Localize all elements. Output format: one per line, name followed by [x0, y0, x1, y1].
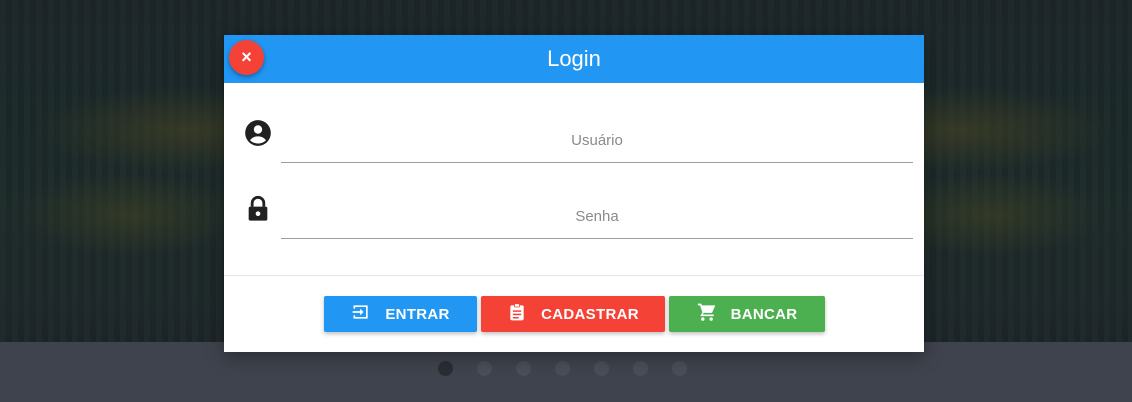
- account-circle-icon: [244, 119, 272, 147]
- modal-divider: [224, 275, 924, 276]
- username-row: [224, 103, 924, 163]
- carousel-dot[interactable]: [516, 360, 531, 376]
- carousel-indicators: [438, 360, 687, 376]
- password-input[interactable]: [281, 195, 913, 239]
- carousel-dot[interactable]: [594, 360, 609, 376]
- modal-header: × Login: [224, 35, 924, 83]
- carousel-dot[interactable]: [477, 360, 492, 376]
- close-button[interactable]: ×: [229, 40, 264, 75]
- login-modal: × Login Usuário ENTRAR CADASTRAR BANCAR: [224, 35, 924, 352]
- lock-icon: [244, 195, 272, 223]
- login-icon: [351, 302, 371, 326]
- modal-title: Login: [547, 46, 601, 71]
- bancar-label: BANCAR: [730, 305, 798, 323]
- bancar-button[interactable]: BANCAR: [669, 296, 825, 332]
- clipboard-icon: [507, 302, 527, 326]
- username-input[interactable]: [281, 119, 913, 163]
- carousel-dot[interactable]: [633, 360, 648, 376]
- modal-actions: ENTRAR CADASTRAR BANCAR: [324, 296, 825, 332]
- entrar-label: ENTRAR: [385, 305, 450, 323]
- carousel-dot[interactable]: [672, 360, 687, 376]
- cadastrar-button[interactable]: CADASTRAR: [481, 296, 665, 332]
- cart-icon: [697, 302, 717, 326]
- cadastrar-label: CADASTRAR: [541, 305, 639, 323]
- carousel-dot[interactable]: [555, 360, 570, 376]
- password-row: [224, 179, 924, 239]
- carousel-dot[interactable]: [438, 360, 453, 376]
- entrar-button[interactable]: ENTRAR: [324, 296, 477, 332]
